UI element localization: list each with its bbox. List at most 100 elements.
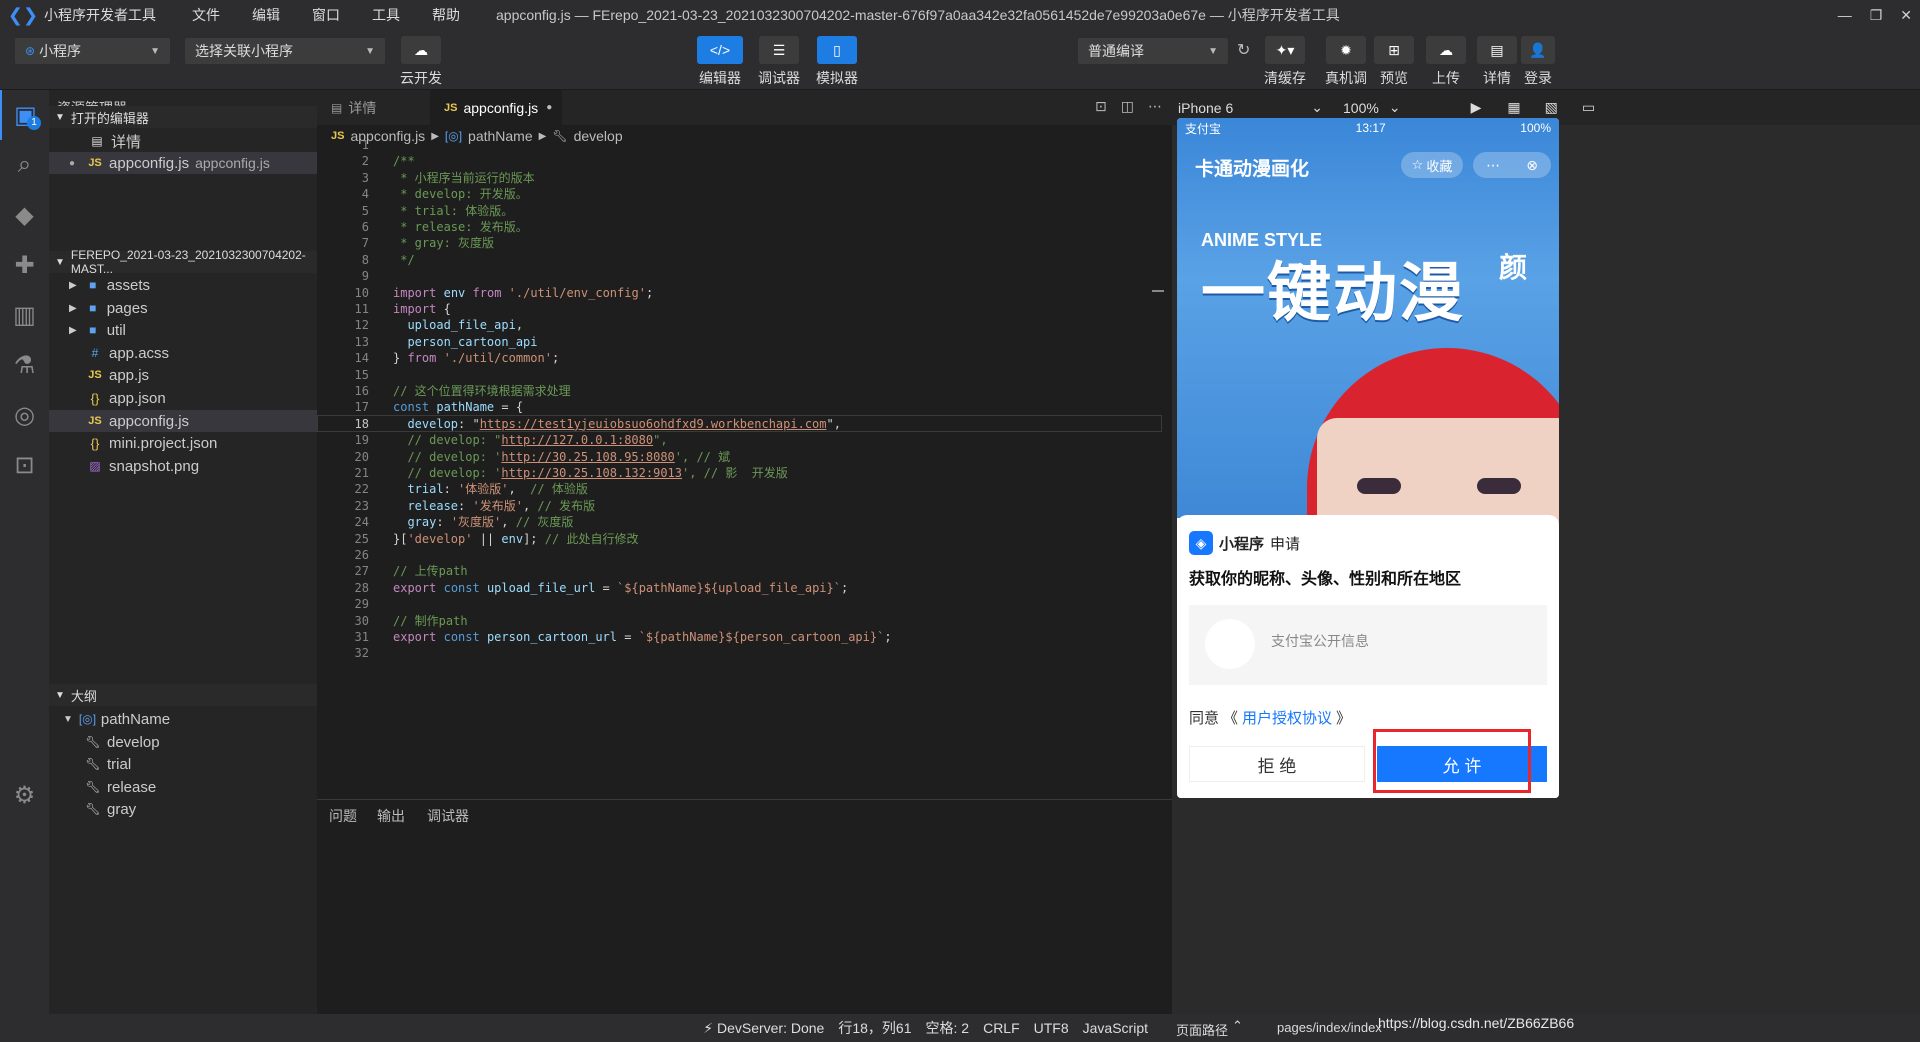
capsule-menu: ⋯ ⊗ xyxy=(1473,152,1551,178)
line-number: 12 xyxy=(354,318,369,333)
language-mode[interactable]: JavaScript xyxy=(1083,1020,1148,1036)
close-icon[interactable]: ✕ xyxy=(1900,7,1912,24)
split-editor-icon[interactable]: ◫ xyxy=(1121,98,1134,115)
open-preview-icon[interactable]: ⊡ xyxy=(1095,98,1107,115)
line-number: 26 xyxy=(354,548,369,562)
chevron-right-icon: ▶ xyxy=(431,130,439,142)
inspect-icon[interactable]: ⊡ xyxy=(0,440,49,490)
menu-edit[interactable]: 编辑 xyxy=(252,5,280,25)
menu-tools[interactable]: 工具 xyxy=(372,5,400,25)
tab-debugger[interactable]: 调试器 xyxy=(427,800,469,832)
time: 13:17 xyxy=(1355,121,1386,135)
git-icon[interactable]: ◆ xyxy=(0,190,49,240)
refresh-icon[interactable]: ↻ xyxy=(1237,40,1250,60)
login-button[interactable]: 👤 登录 xyxy=(1520,36,1556,88)
close-circle-icon[interactable]: ⊗ xyxy=(1526,157,1538,174)
open-editor-label: appconfig.js xyxy=(109,154,190,172)
tab-appconfig[interactable]: JS appconfig.js ● xyxy=(430,90,562,125)
window-icon[interactable]: ▭ xyxy=(1582,99,1595,116)
cursor-position[interactable]: 行18，列61 xyxy=(838,1018,911,1038)
editor-tabs: ▤ 详情 JS appconfig.js ● ⊡ ◫ ⋯ xyxy=(317,90,1172,125)
menu-window[interactable]: 窗口 xyxy=(312,5,340,25)
gear-icon[interactable]: ⚙ xyxy=(0,770,49,820)
code-line: // 这个位置得环境根据需求处理 xyxy=(393,384,571,398)
file-tree-item[interactable]: {} mini.project.json xyxy=(49,432,317,454)
code-line: export const upload_file_url = `${pathNa… xyxy=(393,580,849,595)
file-tree-item[interactable]: JS app.js xyxy=(49,364,317,386)
file-tree-item[interactable]: ▶ ■ util xyxy=(49,319,317,341)
agreement-row: 同意 《 用户授权协议 》 xyxy=(1189,707,1351,728)
file-tree-item[interactable]: ▶ ■ pages xyxy=(49,297,317,319)
project-section[interactable]: ▼ FEREPO_2021-03-23_2021032300704202-MAS… xyxy=(49,248,317,276)
restore-icon[interactable]: ❐ xyxy=(1870,7,1883,24)
zoom-select[interactable]: 100% xyxy=(1343,100,1379,116)
tab-problems[interactable]: 问题 xyxy=(329,800,357,832)
file-tree-item[interactable]: JS appconfig.js xyxy=(49,410,317,432)
outline-label: gray xyxy=(107,800,137,818)
open-editors-section[interactable]: ▼ 打开的编辑器 xyxy=(49,106,317,128)
clear-cache-button[interactable]: ✦▾ 清缓存 xyxy=(1264,36,1306,88)
line-number: 2 xyxy=(361,154,369,169)
outline-label: trial xyxy=(107,755,132,773)
dialog-heading: 获取你的昵称、头像、性别和所在地区 xyxy=(1189,571,1462,588)
collect-button[interactable]: ☆ 收藏 xyxy=(1401,152,1463,178)
grid-icon[interactable]: ▦ xyxy=(1507,99,1520,116)
simulator-toggle[interactable]: ▯ 模拟器 xyxy=(812,36,862,88)
tab-details[interactable]: ▤ 详情 xyxy=(317,90,430,125)
more-icon[interactable]: ⋯ xyxy=(1148,98,1162,115)
outline-item[interactable]: ▼ [◎] pathName xyxy=(49,708,317,730)
reject-button[interactable]: 拒 绝 xyxy=(1189,746,1365,782)
chevron-up-icon[interactable]: ⌃ xyxy=(1232,1018,1243,1034)
chevron-down-icon[interactable]: ⌄ xyxy=(1311,99,1323,116)
encoding[interactable]: UTF8 xyxy=(1034,1020,1069,1036)
line-ending[interactable]: CRLF xyxy=(983,1020,1020,1036)
details-button[interactable]: ▤ 详情 xyxy=(1477,36,1517,88)
project-select[interactable]: ⊛ 小程序 ▼ xyxy=(15,38,170,64)
app-name: 小程序开发者工具 xyxy=(44,7,156,23)
storage-icon[interactable]: ▥ xyxy=(0,290,49,340)
editor-actions: ⊡ ◫ ⋯ xyxy=(1095,98,1162,115)
chevron-down-icon[interactable]: ⌄ xyxy=(1389,99,1401,116)
open-editor-item[interactable]: ▤ 详情 xyxy=(49,130,317,152)
indentation[interactable]: 空格: 2 xyxy=(926,1018,970,1038)
outline-item[interactable]: 🔧︎ gray xyxy=(49,798,317,820)
preview-label: 预览 xyxy=(1380,70,1408,86)
extensions-icon[interactable]: ✚ xyxy=(0,240,49,290)
file-tree-item[interactable]: ▨ snapshot.png xyxy=(49,455,317,477)
support-icon[interactable]: ◎ xyxy=(0,390,49,440)
highlight-box xyxy=(1373,729,1531,793)
related-select[interactable]: 选择关联小程序 ▼ xyxy=(185,38,385,64)
menu-help[interactable]: 帮助 xyxy=(432,5,460,25)
open-editor-item[interactable]: ● JS appconfig.js appconfig.js xyxy=(49,152,317,174)
upload-button[interactable]: ☁ 上传 xyxy=(1426,36,1466,88)
record-icon[interactable]: ▧ xyxy=(1545,99,1558,116)
outline-item[interactable]: 🔧︎ release xyxy=(49,776,317,798)
file-tree-item[interactable]: # app.acss xyxy=(49,342,317,364)
outline-section[interactable]: ▼ 大纲 xyxy=(49,684,317,706)
compile-select[interactable]: 普通编译 ▼ xyxy=(1078,38,1228,64)
cloud-button[interactable]: ☁ 云开发 xyxy=(396,36,446,88)
editor-toggle[interactable]: </> 编辑器 xyxy=(695,36,745,88)
search-icon[interactable]: ⌕ xyxy=(0,140,49,190)
test-flask-icon[interactable]: ⚗ xyxy=(0,340,49,390)
play-icon[interactable]: ▶ xyxy=(1471,99,1482,116)
outline-item[interactable]: 🔧︎ trial xyxy=(49,753,317,775)
file-tree-item[interactable]: {} app.json xyxy=(49,387,317,409)
breadcrumb-symbol[interactable]: pathName xyxy=(468,128,533,144)
outline-item[interactable]: 🔧︎ develop xyxy=(49,731,317,753)
line-number: 29 xyxy=(354,597,369,612)
unsaved-dot-icon[interactable]: ● xyxy=(546,102,552,113)
minimize-icon[interactable]: — xyxy=(1838,7,1852,23)
agreement-link[interactable]: 用户授权协议 xyxy=(1242,707,1332,728)
menu-file[interactable]: 文件 xyxy=(192,5,220,25)
device-select[interactable]: iPhone 6 xyxy=(1178,100,1233,116)
tab-output[interactable]: 输出 xyxy=(377,800,405,832)
breadcrumb-symbol[interactable]: develop xyxy=(574,128,623,144)
page-path-label[interactable]: 页面路径 xyxy=(1176,1020,1228,1039)
preview-button[interactable]: ⊞ 预览 xyxy=(1374,36,1414,88)
code-editor[interactable]: 1 2 3 4 5 6 7 8 9 10 11 12 13 14 15 16 17 18 19 20 21 22 23 24 2… xyxy=(317,138,1172,799)
debugger-toggle[interactable]: ☰ 调试器 xyxy=(754,36,804,88)
explorer-icon[interactable]: ▣ 1 xyxy=(0,90,49,140)
file-tree-item[interactable]: ▶ ■ assets xyxy=(49,274,317,296)
more-icon[interactable]: ⋯ xyxy=(1486,157,1500,174)
